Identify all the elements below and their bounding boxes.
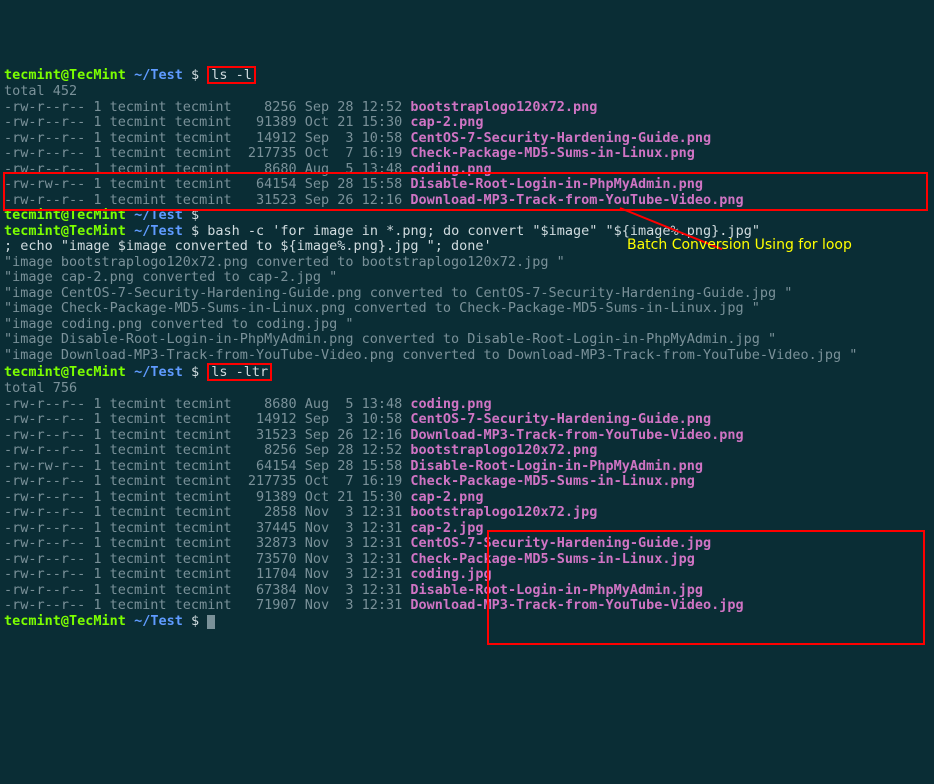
file-perms: -rw-r--r-- 1 tecmint tecmint 8680 Aug 5 … <box>4 161 402 177</box>
file-name: bootstraplogo120x72.jpg <box>410 504 597 520</box>
file-name: Download-MP3-Track-from-YouTube-Video.pn… <box>410 427 743 443</box>
file-name: Disable-Root-Login-in-PhpMyAdmin.png <box>410 458 703 474</box>
file-name: Check-Package-MD5-Sums-in-Linux.png <box>410 473 694 489</box>
file-perms: -rw-r--r-- 1 tecmint tecmint 217735 Oct … <box>4 473 402 489</box>
cmd-ls-l: ls -l <box>211 67 252 83</box>
file-perms: -rw-rw-r-- 1 tecmint tecmint 64154 Sep 2… <box>4 176 402 192</box>
file-perms: -rw-r--r-- 1 tecmint tecmint 67384 Nov 3… <box>4 582 402 598</box>
cmd-bash-convert-cont: ; echo "image $image converted to ${imag… <box>4 238 492 254</box>
conversion-output: "image cap-2.png converted to cap-2.jpg … <box>4 269 337 285</box>
conversion-output: "image Check-Package-MD5-Sums-in-Linux.p… <box>4 300 760 316</box>
file-perms: -rw-rw-r-- 1 tecmint tecmint 64154 Sep 2… <box>4 458 402 474</box>
cursor <box>207 615 215 629</box>
prompt-user: tecmint@TecMint <box>4 364 126 380</box>
prompt-path: ~/Test <box>134 207 183 223</box>
prompt-dollar: $ <box>191 613 199 629</box>
file-perms: -rw-r--r-- 1 tecmint tecmint 73570 Nov 3… <box>4 551 402 567</box>
prompt-path: ~/Test <box>134 67 183 83</box>
file-name: Check-Package-MD5-Sums-in-Linux.jpg <box>410 551 694 567</box>
prompt-path: ~/Test <box>134 364 183 380</box>
file-name: CentOS-7-Security-Hardening-Guide.png <box>410 411 711 427</box>
file-name: cap-2.png <box>410 489 483 505</box>
terminal-output[interactable]: tecmint@TecMint ~/Test $ ls -l total 452… <box>4 66 930 629</box>
prompt-path: ~/Test <box>134 613 183 629</box>
file-name: coding.png <box>410 161 491 177</box>
prompt-dollar: $ <box>191 207 199 223</box>
highlight-box-cmd3: ls -ltr <box>207 363 272 381</box>
file-perms: -rw-r--r-- 1 tecmint tecmint 31523 Sep 2… <box>4 427 402 443</box>
file-perms: -rw-r--r-- 1 tecmint tecmint 2858 Nov 3 … <box>4 504 402 520</box>
file-perms: -rw-r--r-- 1 tecmint tecmint 11704 Nov 3… <box>4 566 402 582</box>
conversion-output: "image coding.png converted to coding.jp… <box>4 316 354 332</box>
conversion-output: "image bootstraplogo120x72.png converted… <box>4 254 565 270</box>
file-name: CentOS-7-Security-Hardening-Guide.png <box>410 130 711 146</box>
file-perms: -rw-r--r-- 1 tecmint tecmint 91389 Oct 2… <box>4 114 402 130</box>
prompt-user: tecmint@TecMint <box>4 67 126 83</box>
file-perms: -rw-r--r-- 1 tecmint tecmint 8256 Sep 28… <box>4 442 402 458</box>
file-perms: -rw-r--r-- 1 tecmint tecmint 14912 Sep 3… <box>4 411 402 427</box>
file-perms: -rw-r--r-- 1 tecmint tecmint 37445 Nov 3… <box>4 520 402 536</box>
cmd-ls-ltr: ls -ltr <box>211 364 268 380</box>
file-name: Download-MP3-Track-from-YouTube-Video.jp… <box>410 597 743 613</box>
file-name: coding.jpg <box>410 566 491 582</box>
prompt-user: tecmint@TecMint <box>4 223 126 239</box>
file-name: cap-2.png <box>410 114 483 130</box>
conversion-output: "image CentOS-7-Security-Hardening-Guide… <box>4 285 792 301</box>
file-name: bootstraplogo120x72.png <box>410 442 597 458</box>
prompt-dollar: $ <box>191 223 199 239</box>
file-perms: -rw-r--r-- 1 tecmint tecmint 32873 Nov 3… <box>4 535 402 551</box>
prompt-user: tecmint@TecMint <box>4 613 126 629</box>
total-line: total 452 <box>4 83 77 99</box>
file-name: bootstraplogo120x72.png <box>410 99 597 115</box>
prompt-dollar: $ <box>191 67 199 83</box>
file-name: Download-MP3-Track-from-YouTube-Video.pn… <box>410 192 743 208</box>
file-name: Check-Package-MD5-Sums-in-Linux.png <box>410 145 694 161</box>
file-name: CentOS-7-Security-Hardening-Guide.jpg <box>410 535 711 551</box>
file-perms: -rw-r--r-- 1 tecmint tecmint 8680 Aug 5 … <box>4 396 402 412</box>
file-perms: -rw-r--r-- 1 tecmint tecmint 14912 Sep 3… <box>4 130 402 146</box>
prompt-dollar: $ <box>191 364 199 380</box>
file-name: coding.png <box>410 396 491 412</box>
prompt-user: tecmint@TecMint <box>4 207 126 223</box>
file-perms: -rw-r--r-- 1 tecmint tecmint 31523 Sep 2… <box>4 192 402 208</box>
file-name: Disable-Root-Login-in-PhpMyAdmin.png <box>410 176 703 192</box>
file-perms: -rw-r--r-- 1 tecmint tecmint 91389 Oct 2… <box>4 489 402 505</box>
file-perms: -rw-r--r-- 1 tecmint tecmint 8256 Sep 28… <box>4 99 402 115</box>
highlight-box-cmd1: ls -l <box>207 66 256 84</box>
conversion-output: "image Disable-Root-Login-in-PhpMyAdmin.… <box>4 331 776 347</box>
file-name: cap-2.jpg <box>410 520 483 536</box>
total-line: total 756 <box>4 380 77 396</box>
annotation-text: Batch Conversion Using for loop <box>627 238 852 254</box>
prompt-path: ~/Test <box>134 223 183 239</box>
conversion-output: "image Download-MP3-Track-from-YouTube-V… <box>4 347 857 363</box>
file-perms: -rw-r--r-- 1 tecmint tecmint 217735 Oct … <box>4 145 402 161</box>
file-name: Disable-Root-Login-in-PhpMyAdmin.jpg <box>410 582 703 598</box>
file-perms: -rw-r--r-- 1 tecmint tecmint 71907 Nov 3… <box>4 597 402 613</box>
